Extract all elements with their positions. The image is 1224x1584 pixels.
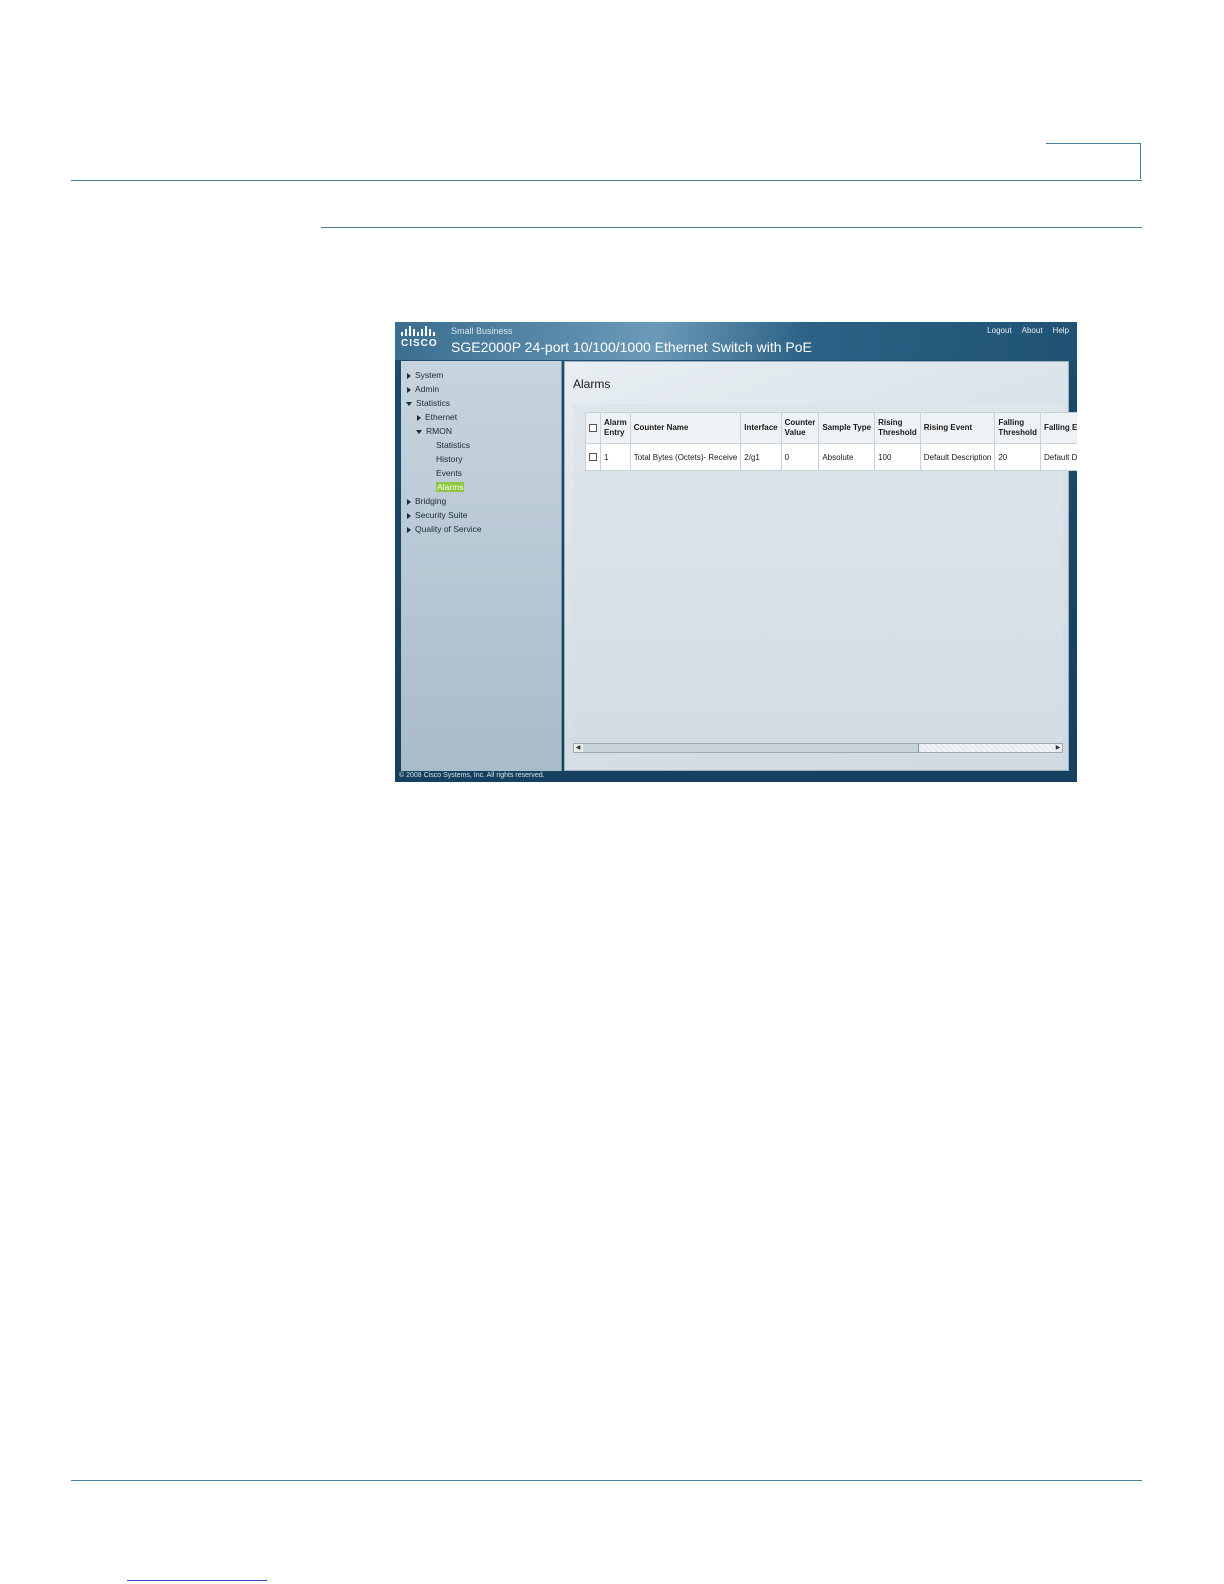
alarms-table: Alarm Entry Counter Name Interface Count…: [585, 412, 1077, 471]
nav-item-quality-of-service[interactable]: Quality of Service: [407, 523, 482, 535]
column-header: Rising Event: [919, 412, 996, 444]
horizontal-scrollbar[interactable]: ◀ ▶: [573, 743, 1063, 753]
column-header: Falling Event: [1040, 412, 1077, 444]
about-link[interactable]: About: [1022, 326, 1043, 335]
table-cell: 1: [600, 443, 631, 471]
column-header: Sample Type: [818, 412, 876, 444]
expand-arrow-icon: [407, 498, 411, 505]
nav-item-rmon-alarms[interactable]: Alarms: [436, 481, 465, 493]
column-header: Falling Threshold: [994, 412, 1042, 444]
collapse-arrow-icon: [416, 429, 422, 434]
column-header: Rising Threshold: [874, 412, 921, 444]
column-header: Counter Name: [629, 412, 742, 444]
scroll-right-icon[interactable]: ▶: [1054, 744, 1062, 752]
row-checkbox[interactable]: [589, 453, 597, 462]
table-cell: Default Description: [1040, 443, 1077, 471]
logout-link[interactable]: Logout: [987, 326, 1011, 335]
nav-item-security-suite[interactable]: Security Suite: [407, 509, 467, 521]
collapse-arrow-icon: [406, 401, 412, 406]
table-cell: Total Bytes (Octets)- Receive: [629, 443, 742, 471]
table-row: 1 Total Bytes (Octets)- Receive 2/g1 0 A…: [585, 443, 1077, 471]
row-select-cell: [585, 443, 601, 471]
chapter-tab-box: [1046, 143, 1141, 179]
table-cell: 0: [780, 443, 820, 471]
cisco-logo: CISCO: [401, 326, 441, 352]
table-cell: 2/g1: [740, 443, 782, 471]
nav-item-ethernet[interactable]: Ethernet: [417, 411, 457, 423]
select-all-header: [585, 412, 601, 444]
footer-link-underline: [127, 1580, 267, 1581]
footer-rule: [71, 1480, 1142, 1481]
expand-arrow-icon: [407, 386, 411, 393]
select-all-checkbox[interactable]: [589, 423, 597, 432]
content-panel: Alarms Alarm Entry Counter Name Interfac…: [564, 361, 1077, 771]
column-header: Interface: [740, 412, 782, 444]
nav-item-rmon-events[interactable]: Events: [436, 467, 462, 479]
expand-arrow-icon: [417, 414, 421, 421]
product-title: SGE2000P 24-port 10/100/1000 Ethernet Sw…: [451, 339, 812, 355]
cisco-logo-text: CISCO: [401, 338, 438, 349]
table-cell: Default Description: [919, 443, 996, 471]
expand-arrow-icon: [407, 526, 411, 533]
expand-arrow-icon: [407, 512, 411, 519]
copyright-text: © 2008 Cisco Systems, Inc. All rights re…: [399, 772, 545, 779]
nav-item-rmon-history[interactable]: History: [436, 453, 462, 465]
alarms-table-area: Alarm Entry Counter Name Interface Count…: [573, 404, 1077, 755]
cisco-logo-icon: [401, 326, 441, 336]
column-header: Alarm Entry: [600, 412, 631, 444]
expand-arrow-icon: [407, 372, 411, 379]
section-rule: [321, 227, 1142, 228]
nav-item-admin[interactable]: Admin: [407, 383, 439, 395]
nav-item-rmon[interactable]: RMON: [416, 425, 452, 437]
nav-item-system[interactable]: System: [407, 369, 443, 381]
nav-item-rmon-statistics[interactable]: Statistics: [436, 439, 470, 451]
brand-small-business: Small Business: [451, 326, 513, 336]
table-cell: 100: [874, 443, 921, 471]
nav-item-bridging[interactable]: Bridging: [407, 495, 446, 507]
header-rule: [71, 180, 1142, 181]
navigation-tree: System Admin Statistics Ethernet RMON St…: [401, 361, 562, 771]
app-header: CISCO Small Business SGE2000P 24-port 10…: [395, 322, 1077, 360]
page-title: Alarms: [573, 377, 611, 391]
scroll-left-icon[interactable]: ◀: [574, 744, 582, 752]
column-header: Counter Value: [780, 412, 820, 444]
table-cell: Absolute: [818, 443, 876, 471]
nav-item-statistics[interactable]: Statistics: [406, 397, 450, 409]
table-cell: 20: [994, 443, 1042, 471]
header-links: Logout About Help: [987, 326, 1069, 335]
help-link[interactable]: Help: [1053, 326, 1069, 335]
scrollbar-thumb[interactable]: [583, 744, 919, 752]
switch-web-ui-window: CISCO Small Business SGE2000P 24-port 10…: [395, 322, 1077, 782]
table-header-row: Alarm Entry Counter Name Interface Count…: [585, 412, 1077, 444]
